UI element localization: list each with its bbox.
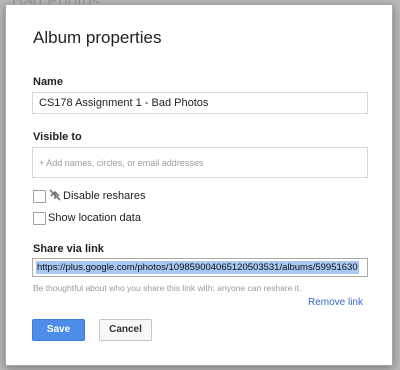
remove-link-button[interactable]: Remove link: [308, 297, 363, 308]
share-via-link-label: Share via link: [33, 243, 104, 255]
visible-to-label: Visible to: [33, 131, 82, 143]
save-button[interactable]: Save: [32, 319, 85, 341]
album-properties-dialog: Album properties Name Visible to Disable…: [5, 4, 393, 366]
cancel-button[interactable]: Cancel: [99, 319, 152, 341]
show-location-checkbox[interactable]: [33, 212, 46, 225]
show-location-label: Show location data: [48, 212, 141, 224]
album-name-field[interactable]: [32, 92, 368, 114]
share-link-field[interactable]: https://plus.google.com/photos/109859004…: [32, 258, 368, 277]
disable-reshares-label: Disable reshares: [63, 190, 146, 202]
no-reshare-icon: [49, 189, 61, 201]
share-hint: Be thoughtful about who you share this l…: [33, 283, 302, 293]
visible-to-input[interactable]: [37, 156, 361, 170]
share-link-url[interactable]: https://plus.google.com/photos/109859004…: [36, 261, 359, 274]
name-label: Name: [33, 76, 63, 88]
dialog-title: Album properties: [33, 28, 162, 47]
visible-to-box[interactable]: [32, 147, 368, 178]
disable-reshares-checkbox[interactable]: [33, 190, 46, 203]
